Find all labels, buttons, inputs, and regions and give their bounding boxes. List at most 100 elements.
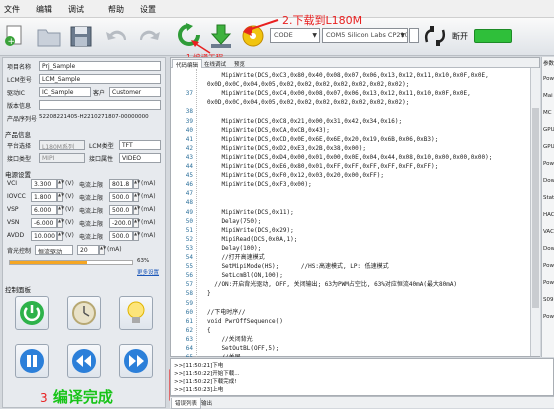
voltage-field[interactable]: -6.000 bbox=[31, 218, 57, 228]
code-line[interactable]: SetLcmBl(ON,100); bbox=[207, 271, 282, 280]
code-line[interactable]: MipiWrite(DCS,0xCD,0x0E,0x6E,0x6E,0x20,0… bbox=[207, 135, 438, 144]
code-editor[interactable]: 代码编辑 在线调试 预览 MipiWrite(DCS,0xC3,0x80,0x4… bbox=[170, 57, 540, 357]
current-limit-field[interactable]: -200.0 bbox=[109, 218, 133, 228]
tab-output[interactable]: 输出 bbox=[198, 398, 215, 408]
current-unit: (mA) bbox=[141, 180, 156, 187]
voltage-field[interactable]: 10.000 bbox=[31, 231, 57, 241]
fast-forward-button[interactable] bbox=[119, 344, 153, 378]
code-area[interactable]: MipiWrite(DCS,0xC3,0x80,0x40,0x08,0x07,0… bbox=[171, 69, 539, 357]
info-item: VAC bbox=[543, 229, 554, 235]
current-limit-field[interactable]: 500.0 bbox=[109, 205, 133, 215]
control-section-title: 控制面板 bbox=[5, 286, 31, 294]
interface-label: 接口类型 bbox=[7, 156, 32, 163]
code-line[interactable]: SetMipiMode(HS); //HS:高速模式, LP: 低速模式 bbox=[207, 262, 388, 271]
voltage-field[interactable]: 3.300 bbox=[31, 179, 57, 189]
code-line[interactable]: MipiWrite(DCS,0xD2,0xE3,0x2B,0x38,0x00); bbox=[207, 144, 366, 153]
code-line[interactable]: MipiWrite(DCS,0xF0,0x12,0x03,0x20,0x00,0… bbox=[207, 171, 384, 180]
tab-online-debug[interactable]: 在线调试 bbox=[201, 59, 229, 68]
more-settings-link[interactable]: 更多设置 bbox=[137, 268, 159, 276]
current-limit-field[interactable]: 500.0 bbox=[109, 231, 133, 241]
code-line[interactable]: MipiWrite(DCS,0xE6,0x80,0x01,0xFF,0xFF,0… bbox=[207, 162, 438, 171]
line-number: 41 bbox=[185, 135, 193, 143]
version-field[interactable] bbox=[39, 100, 161, 110]
code-line[interactable]: Delay(750); bbox=[207, 217, 261, 226]
backlight-label: 背光控制 bbox=[7, 248, 32, 255]
bulb-button[interactable] bbox=[119, 296, 153, 330]
driver-ic-label: 驱动IC bbox=[7, 90, 25, 97]
version-row: 版本信息 bbox=[5, 100, 163, 111]
code-line[interactable]: //关闭背光 bbox=[207, 335, 252, 344]
spinner[interactable]: ▲▼ bbox=[133, 218, 140, 228]
line-number: 52 bbox=[185, 235, 193, 243]
editor-scrollbar[interactable] bbox=[530, 68, 540, 356]
spinner[interactable]: ▲▼ bbox=[133, 205, 140, 215]
spinner[interactable]: ▲▼ bbox=[133, 231, 140, 241]
info-item: Stat bbox=[543, 195, 554, 201]
spinner[interactable]: ▲▼ bbox=[57, 192, 64, 202]
code-line[interactable]: MipiWrite(DCS,0xF3,0x00); bbox=[207, 180, 311, 189]
code-line[interactable]: SetOutBL(OFF,5); bbox=[207, 344, 279, 353]
code-line[interactable]: MipiWrite(DCS,0x11); bbox=[207, 208, 293, 217]
backlight-current-field[interactable]: 20 bbox=[77, 245, 99, 255]
backlight-mode-select[interactable]: 恒流驱动 bbox=[35, 245, 73, 255]
line-number: 59 bbox=[185, 299, 193, 307]
tab-error-list[interactable]: 错误列表 bbox=[171, 398, 202, 409]
code-line[interactable]: 0x0D,0x0C,0x04,0x05,0x02,0x02,0x02,0x02,… bbox=[207, 80, 409, 89]
power-button[interactable] bbox=[15, 296, 49, 330]
line-number: 50 bbox=[185, 217, 193, 225]
tab-code-edit[interactable]: 代码编辑 bbox=[172, 59, 203, 69]
annotation-step-number: 3 bbox=[40, 391, 48, 405]
code-line[interactable]: void PwrOffSequence() bbox=[207, 317, 283, 326]
clock-button[interactable] bbox=[67, 296, 101, 330]
code-line[interactable]: } bbox=[207, 289, 211, 298]
spinner[interactable]: ▲▼ bbox=[57, 218, 64, 228]
platform-select[interactable]: L180M系列 bbox=[39, 140, 85, 150]
serial-label: 产品序列号 bbox=[7, 116, 38, 123]
current-limit-field[interactable]: 500.0 bbox=[109, 192, 133, 202]
code-line[interactable]: 0x0D,0x0C,0x04,0x05,0x02,0x02,0x02,0x02,… bbox=[207, 98, 409, 107]
code-line[interactable]: //ON:开启背光驱动, OFF, 关闭输出; 63为PWM占空比, 63%对应… bbox=[207, 280, 457, 289]
code-line[interactable]: MipiWrite(DCS,0xCA,0xCB,0x43); bbox=[207, 126, 329, 135]
progress-percent: 63% bbox=[137, 258, 150, 264]
code-line[interactable]: Delay(100); bbox=[207, 244, 261, 253]
code-line[interactable]: { bbox=[207, 326, 211, 335]
info-item: 参数 bbox=[543, 61, 554, 67]
lcm-model-field[interactable]: LCM_Sample bbox=[39, 74, 161, 84]
code-line[interactable]: //打开高速模式 bbox=[207, 253, 264, 262]
spinner[interactable]: ▲▼ bbox=[99, 245, 106, 255]
interface-attr-select[interactable]: VIDEO bbox=[119, 153, 161, 163]
pause-icon bbox=[20, 349, 44, 373]
code-line[interactable]: MipiWrite(DCS,0xC3,0x80,0x40,0x08,0x07,0… bbox=[207, 71, 488, 80]
project-name-field[interactable]: Prj_Sample bbox=[39, 61, 161, 71]
interface-select[interactable]: MIPI bbox=[39, 153, 85, 163]
current-limit-field[interactable]: 801.8 bbox=[109, 179, 133, 189]
client-field[interactable]: Customer bbox=[109, 87, 161, 97]
spinner[interactable]: ▲▼ bbox=[57, 179, 64, 189]
spinner[interactable]: ▲▼ bbox=[57, 231, 64, 241]
backlight-progress-bar[interactable] bbox=[9, 260, 133, 265]
line-number: 60 bbox=[185, 308, 193, 316]
code-line[interactable]: MipiRead(DCS,0x0A,1); bbox=[207, 235, 297, 244]
code-line[interactable]: MipiWrite(DCS,0xC8,0x21,0x00,0x31,0x42,0… bbox=[207, 117, 402, 126]
lcm-type-select[interactable]: TFT bbox=[119, 140, 161, 150]
scrollbar-thumb[interactable] bbox=[532, 108, 539, 308]
code-line[interactable]: //关屏 bbox=[207, 353, 240, 357]
current-limit-label: 电流上限 bbox=[79, 234, 104, 241]
code-line[interactable]: MipiWrite(DCS,0xC4,0x00,0x08,0x07,0x06,0… bbox=[207, 89, 470, 98]
pause-button[interactable] bbox=[15, 344, 49, 378]
code-line[interactable]: MipiWrite(DCS,0xD4,0x00,0x01,0x00,0x0E,0… bbox=[207, 153, 492, 162]
tab-preview[interactable]: 预览 bbox=[231, 59, 248, 68]
rewind-button[interactable] bbox=[67, 344, 101, 378]
voltage-field[interactable]: 1.800 bbox=[31, 192, 57, 202]
power-icon bbox=[20, 301, 44, 325]
code-line[interactable]: MipiWrite(DCS,0x29); bbox=[207, 226, 293, 235]
spinner[interactable]: ▲▼ bbox=[133, 179, 140, 189]
spinner[interactable]: ▲▼ bbox=[57, 205, 64, 215]
rewind-icon bbox=[72, 349, 96, 373]
driver-ic-field[interactable]: IC_Sample bbox=[39, 87, 91, 97]
voltage-field[interactable]: 6.000 bbox=[31, 205, 57, 215]
spinner[interactable]: ▲▼ bbox=[133, 192, 140, 202]
current-unit: (mA) bbox=[141, 193, 156, 200]
driver-ic-row: 驱动IC IC_Sample 客户 Customer bbox=[5, 87, 163, 98]
code-line[interactable]: //下电时序// bbox=[207, 308, 245, 317]
